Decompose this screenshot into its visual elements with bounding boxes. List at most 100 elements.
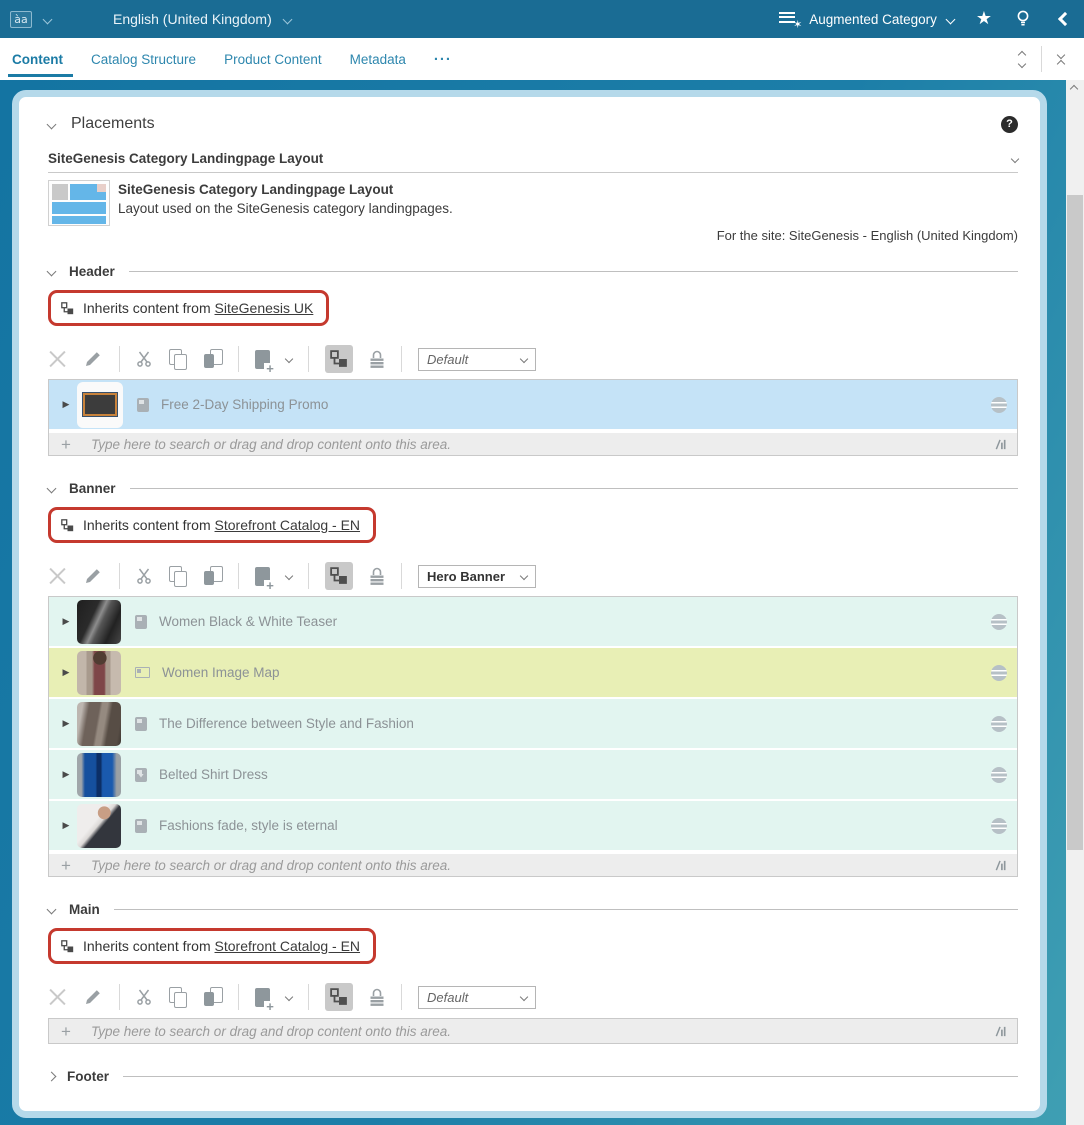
scrollbar[interactable] — [1066, 80, 1084, 1125]
section-banner-toggle[interactable]: Banner — [48, 478, 1018, 498]
tab-content[interactable]: Content — [10, 38, 65, 80]
edit-button[interactable] — [83, 987, 103, 1007]
inherits-content-box: Inherits content from SiteGenesis UK — [48, 290, 329, 326]
section-main-toggle[interactable]: Main — [48, 899, 1018, 919]
back-chevron-icon[interactable] — [1058, 12, 1072, 26]
chevron-up-icon — [1018, 50, 1026, 58]
augmented-category-selector[interactable]: ✶ Augmented Category — [779, 12, 954, 27]
lightbulb-icon[interactable] — [1014, 9, 1032, 29]
inherits-link[interactable]: SiteGenesis UK — [215, 300, 314, 316]
expand-arrow-icon[interactable]: ▶ — [55, 719, 77, 729]
inherits-link[interactable]: Storefront Catalog - EN — [215, 938, 361, 954]
content-row[interactable]: ▶ Women Image Map — [49, 648, 1017, 699]
chevron-down-icon — [47, 483, 57, 493]
help-icon[interactable]: ? — [1001, 116, 1018, 133]
divider — [119, 346, 120, 372]
chevron-right-icon — [47, 1071, 57, 1081]
new-content-chevron-icon[interactable] — [285, 993, 293, 1001]
search-drop-area[interactable]: + Type here to search or drag and drop c… — [48, 1018, 1018, 1044]
lock-button[interactable] — [369, 349, 385, 369]
edit-button[interactable] — [83, 349, 103, 369]
add-icon: + — [61, 436, 77, 453]
collapse-all-button[interactable] — [1056, 50, 1066, 69]
layout-card-description: Layout used on the SiteGenesis category … — [118, 201, 453, 216]
inheritance-toggle-button[interactable] — [325, 983, 353, 1011]
search-drop-area[interactable]: + Type here to search or drag and drop c… — [49, 852, 1017, 876]
section-header-toggle[interactable]: Header — [48, 261, 1018, 281]
new-content-chevron-icon[interactable] — [285, 572, 293, 580]
divider — [401, 346, 402, 372]
chevron-down-icon — [945, 14, 955, 24]
content-row[interactable]: ▶ Belted Shirt Dress — [49, 750, 1017, 801]
analytics-icon[interactable] — [994, 1025, 1007, 1038]
drag-handle-icon[interactable] — [991, 665, 1007, 681]
drag-handle-icon[interactable] — [991, 767, 1007, 783]
language-selector-label: English (United Kingdom) — [113, 11, 272, 27]
image-map-icon — [135, 667, 150, 678]
scroll-thumb[interactable] — [1067, 195, 1083, 850]
copy-button[interactable] — [168, 566, 187, 586]
divider — [119, 984, 120, 1010]
layout-card-title: SiteGenesis Category Landingpage Layout — [118, 182, 453, 197]
new-content-button[interactable] — [255, 988, 270, 1007]
layout-thumbnail — [48, 180, 110, 226]
banner-toolbar: Hero Banner — [48, 559, 1018, 593]
cut-button[interactable] — [136, 350, 152, 368]
new-content-button[interactable] — [255, 567, 270, 586]
chevron-down-icon[interactable] — [1011, 154, 1019, 162]
template-select[interactable]: Hero Banner — [418, 565, 536, 588]
expand-arrow-icon[interactable]: ▶ — [55, 617, 77, 627]
template-select[interactable]: Default — [418, 986, 536, 1009]
edit-button[interactable] — [83, 566, 103, 586]
language-selector[interactable]: English (United Kingdom) — [113, 11, 291, 27]
delete-button[interactable] — [48, 988, 67, 1007]
expand-arrow-icon[interactable]: ▶ — [55, 668, 77, 678]
layout-selector-header[interactable]: SiteGenesis Category Landingpage Layout — [48, 151, 1018, 173]
cut-button[interactable] — [136, 567, 152, 585]
content-row[interactable]: ▶ Free 2-Day Shipping Promo — [49, 380, 1017, 431]
tab-product-content[interactable]: Product Content — [222, 38, 324, 80]
content-row[interactable]: ▶ The Difference between Style and Fashi… — [49, 699, 1017, 750]
section-footer-toggle[interactable]: Footer — [48, 1066, 1018, 1086]
drag-handle-icon[interactable] — [991, 614, 1007, 630]
expand-arrow-icon[interactable]: ▶ — [55, 770, 77, 780]
drag-handle-icon[interactable] — [991, 818, 1007, 834]
header-toolbar: Default — [48, 342, 1018, 376]
drag-handle-icon[interactable] — [991, 397, 1007, 413]
paste-button[interactable] — [203, 987, 222, 1007]
paste-button[interactable] — [203, 566, 222, 586]
copy-button[interactable] — [168, 987, 187, 1007]
favorite-star-icon[interactable]: ★ — [976, 10, 992, 28]
expand-arrow-icon[interactable]: ▶ — [55, 821, 77, 831]
analytics-icon[interactable] — [994, 438, 1007, 451]
expand-all-button[interactable] — [1017, 50, 1027, 69]
delete-button[interactable] — [48, 350, 67, 369]
divider — [1041, 46, 1042, 72]
content-row[interactable]: ▶ Fashions fade, style is eternal — [49, 801, 1017, 852]
search-drop-area[interactable]: + Type here to search or drag and drop c… — [49, 431, 1017, 455]
inheritance-toggle-button[interactable] — [325, 562, 353, 590]
expand-arrow-icon[interactable]: ▶ — [55, 400, 77, 410]
copy-button[interactable] — [168, 349, 187, 369]
chevron-down-icon[interactable] — [43, 14, 53, 24]
inherits-link[interactable]: Storefront Catalog - EN — [215, 517, 361, 533]
scroll-up-icon[interactable] — [1070, 85, 1078, 93]
paste-button[interactable] — [203, 349, 222, 369]
lock-button[interactable] — [369, 987, 385, 1007]
template-select[interactable]: Default — [418, 348, 536, 371]
language-icon[interactable]: àa — [10, 11, 32, 28]
new-content-button[interactable] — [255, 350, 270, 369]
drag-handle-icon[interactable] — [991, 716, 1007, 732]
placements-collapse-icon[interactable] — [47, 119, 57, 129]
delete-button[interactable] — [48, 567, 67, 586]
content-row[interactable]: ▶ Women Black & White Teaser — [49, 597, 1017, 648]
tab-more[interactable]: ··· — [432, 38, 454, 80]
tab-catalog-structure[interactable]: Catalog Structure — [89, 38, 198, 80]
divider — [238, 563, 239, 589]
cut-button[interactable] — [136, 988, 152, 1006]
analytics-icon[interactable] — [994, 859, 1007, 872]
new-content-chevron-icon[interactable] — [285, 355, 293, 363]
tab-metadata[interactable]: Metadata — [348, 38, 408, 80]
inheritance-toggle-button[interactable] — [325, 345, 353, 373]
lock-button[interactable] — [369, 566, 385, 586]
